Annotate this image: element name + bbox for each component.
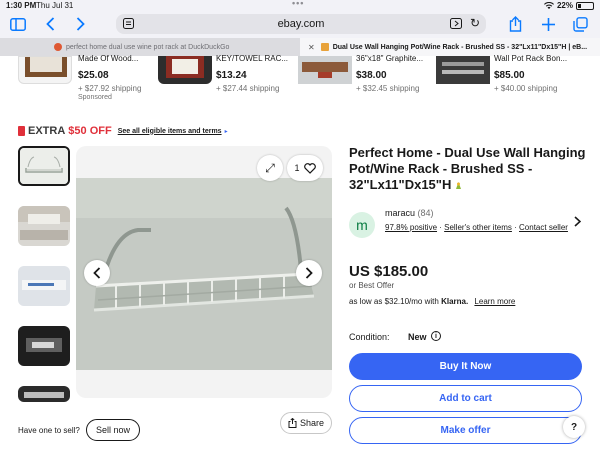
item-price: $13.24 bbox=[216, 70, 247, 81]
learn-more-link[interactable]: Learn more bbox=[474, 297, 515, 306]
chevron-right-icon[interactable] bbox=[574, 216, 582, 230]
item-shipping: + $40.00 shipping bbox=[494, 84, 558, 93]
thumbnail-3[interactable] bbox=[18, 266, 70, 306]
product-title: Perfect Home - Dual Use Wall Hanging Pot… bbox=[349, 145, 589, 193]
product-photo[interactable] bbox=[76, 178, 332, 370]
product-title-text: Perfect Home - Dual Use Wall Hanging Pot… bbox=[349, 145, 586, 192]
previous-image-button[interactable] bbox=[84, 260, 110, 286]
heart-icon bbox=[303, 162, 316, 174]
browser-toolbar: ebay.com ↻ bbox=[0, 12, 600, 38]
address-bar[interactable]: ebay.com ↻ bbox=[116, 14, 486, 34]
url-text[interactable]: ebay.com bbox=[116, 18, 486, 30]
item-price: $85.00 bbox=[494, 70, 525, 81]
seller-other-items-link[interactable]: Seller's other items bbox=[444, 223, 512, 232]
contact-seller-link[interactable]: Contact seller bbox=[519, 223, 568, 232]
coupon-tag-icon bbox=[18, 126, 25, 136]
multitasking-dots[interactable]: ••• bbox=[292, 0, 304, 8]
main-image-viewer[interactable]: ⤢ bbox=[76, 146, 332, 398]
item-name[interactable]: Made Of Wood... bbox=[78, 54, 138, 63]
promo-terms-link[interactable]: See all eligible items and terms bbox=[118, 128, 222, 135]
back-icon[interactable] bbox=[40, 14, 60, 34]
klarna-logo: Klarna. bbox=[441, 297, 469, 306]
item-shipping: + $27.44 shipping bbox=[216, 84, 280, 93]
battery-percent: 22% bbox=[556, 1, 573, 10]
help-button[interactable]: ? bbox=[563, 416, 585, 438]
item-thumbnail[interactable] bbox=[436, 56, 490, 84]
item-name[interactable]: Wall Pot Rack Bon... bbox=[494, 54, 567, 63]
item-price: $38.00 bbox=[356, 70, 387, 81]
ebay-favicon-icon bbox=[320, 43, 329, 51]
buy-it-now-button[interactable]: Buy It Now bbox=[349, 353, 582, 380]
item-shipping: + $32.45 shipping bbox=[356, 84, 420, 93]
promo-arrow-icon[interactable]: ▸ bbox=[225, 128, 228, 135]
close-tab-icon[interactable]: ✕ bbox=[308, 43, 315, 52]
status-time: 1:30 PM bbox=[6, 1, 37, 10]
condition-value: New bbox=[408, 332, 427, 342]
sponsored-label: Sponsored bbox=[78, 94, 112, 101]
item-shipping: + $27.92 shipping bbox=[78, 84, 142, 93]
wifi-icon bbox=[543, 1, 554, 9]
item-name[interactable]: KEY/TOWEL RAC... bbox=[216, 54, 288, 63]
financing-line: as low as $32.10/mo with Klarna. Learn m… bbox=[349, 297, 515, 306]
next-image-button[interactable] bbox=[296, 260, 322, 286]
seller-links: 97.8% positive · Seller's other items · … bbox=[385, 223, 568, 232]
similar-items-carousel: Made Of Wood... $25.08 + $27.92 shipping… bbox=[0, 54, 600, 106]
watchlist-button[interactable]: 1 bbox=[287, 155, 323, 181]
thumbnail-5[interactable] bbox=[18, 386, 70, 402]
share-icon bbox=[288, 418, 297, 428]
status-bar: 1:30 PM Thu Jul 31 ••• 22% bbox=[0, 0, 600, 12]
share-label: Share bbox=[299, 418, 325, 428]
sell-now-button[interactable]: Sell now bbox=[86, 419, 140, 441]
item-name[interactable]: 36"x18" Graphite... bbox=[356, 54, 423, 63]
tab-label: perfect home dual use wine pot rack at D… bbox=[66, 43, 230, 51]
share-icon[interactable] bbox=[505, 14, 525, 34]
forward-icon[interactable] bbox=[70, 14, 90, 34]
seller-avatar[interactable]: m bbox=[349, 212, 375, 238]
tab-label: Dual Use Wall Hanging Pot/Wine Rack - Br… bbox=[332, 43, 588, 51]
extension-icon[interactable] bbox=[450, 18, 462, 29]
make-offer-button[interactable]: Make offer bbox=[349, 417, 582, 444]
promo-prefix: EXTRA bbox=[28, 125, 66, 137]
duckduckgo-icon bbox=[54, 43, 62, 51]
have-one-to-sell-text: Have one to sell? bbox=[18, 426, 80, 435]
promo-banner: EXTRA $50 OFF See all eligible items and… bbox=[18, 124, 228, 138]
condition-label: Condition: bbox=[349, 332, 390, 342]
new-tab-icon[interactable] bbox=[538, 14, 558, 34]
thumbnail-1[interactable] bbox=[18, 146, 70, 186]
reload-icon[interactable]: ↻ bbox=[470, 16, 480, 30]
tabs-icon[interactable] bbox=[570, 14, 590, 34]
item-thumbnail[interactable] bbox=[18, 56, 72, 84]
battery-icon bbox=[576, 1, 594, 10]
expand-icon[interactable]: ⤢ bbox=[257, 155, 283, 181]
authenticity-badge-icon bbox=[455, 182, 461, 190]
thumbnail-4[interactable] bbox=[18, 326, 70, 366]
seller-feedback-count: (84) bbox=[417, 208, 434, 218]
best-offer-text: or Best Offer bbox=[349, 281, 395, 290]
seller-positive-link[interactable]: 97.8% positive bbox=[385, 223, 437, 232]
add-to-cart-button[interactable]: Add to cart bbox=[349, 385, 582, 412]
promo-amount: $50 OFF bbox=[68, 125, 112, 137]
seller-info[interactable]: m maracu (84) 97.8% positive · Seller's … bbox=[349, 208, 589, 244]
price: US $185.00 bbox=[349, 263, 429, 280]
item-thumbnail[interactable] bbox=[298, 56, 352, 84]
thumbnail-2[interactable] bbox=[18, 206, 70, 246]
status-right: 22% bbox=[543, 1, 594, 10]
financing-text: as low as $32.10/mo with bbox=[349, 297, 439, 306]
seller-name-line[interactable]: maracu (84) bbox=[385, 208, 434, 218]
share-button[interactable]: Share bbox=[280, 412, 332, 434]
item-price: $25.08 bbox=[78, 70, 109, 81]
info-icon[interactable]: i bbox=[431, 331, 441, 341]
sidebar-icon[interactable] bbox=[8, 14, 28, 34]
seller-name[interactable]: maracu bbox=[385, 208, 415, 218]
watch-count: 1 bbox=[294, 163, 300, 173]
status-date: Thu Jul 31 bbox=[36, 1, 74, 10]
item-thumbnail[interactable] bbox=[158, 56, 212, 84]
